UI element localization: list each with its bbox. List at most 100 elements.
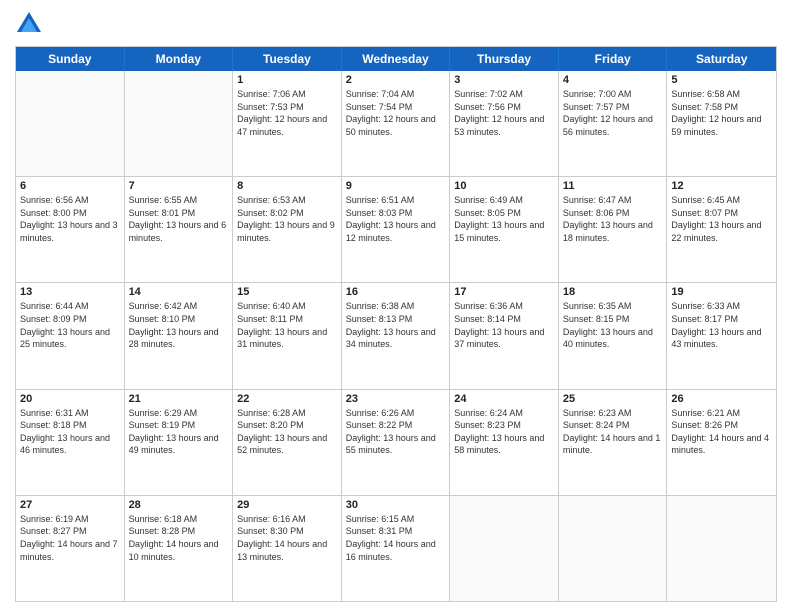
day-number: 2 (346, 74, 446, 86)
calendar-cell (125, 71, 234, 176)
day-number: 26 (671, 393, 772, 405)
day-info: Sunrise: 6:36 AM Sunset: 8:14 PM Dayligh… (454, 300, 554, 350)
calendar-cell: 7 Sunrise: 6:55 AM Sunset: 8:01 PM Daylig… (125, 177, 234, 282)
day-number: 13 (20, 286, 120, 298)
calendar-cell: 18 Sunrise: 6:35 AM Sunset: 8:15 PM Dayli… (559, 283, 668, 388)
calendar-cell: 14 Sunrise: 6:42 AM Sunset: 8:10 PM Dayli… (125, 283, 234, 388)
weekday-header: Wednesday (342, 47, 451, 71)
day-number: 6 (20, 180, 120, 192)
day-number: 15 (237, 286, 337, 298)
day-number: 14 (129, 286, 229, 298)
calendar-body: 1 Sunrise: 7:06 AM Sunset: 7:53 PM Daylig… (16, 71, 776, 601)
calendar-row: 1 Sunrise: 7:06 AM Sunset: 7:53 PM Daylig… (16, 71, 776, 177)
day-info: Sunrise: 6:44 AM Sunset: 8:09 PM Dayligh… (20, 300, 120, 350)
weekday-header: Tuesday (233, 47, 342, 71)
day-info: Sunrise: 6:58 AM Sunset: 7:58 PM Dayligh… (671, 88, 772, 138)
day-number: 23 (346, 393, 446, 405)
calendar-cell: 21 Sunrise: 6:29 AM Sunset: 8:19 PM Dayli… (125, 390, 234, 495)
calendar-cell: 15 Sunrise: 6:40 AM Sunset: 8:11 PM Dayli… (233, 283, 342, 388)
day-number: 5 (671, 74, 772, 86)
day-number: 22 (237, 393, 337, 405)
calendar-cell: 19 Sunrise: 6:33 AM Sunset: 8:17 PM Dayli… (667, 283, 776, 388)
day-number: 9 (346, 180, 446, 192)
calendar-cell: 10 Sunrise: 6:49 AM Sunset: 8:05 PM Dayli… (450, 177, 559, 282)
day-number: 4 (563, 74, 663, 86)
calendar-cell: 30Sunrise: 6:15 AM Sunset: 8:31 PM Dayli… (342, 496, 451, 601)
calendar-cell: 23 Sunrise: 6:26 AM Sunset: 8:22 PM Dayli… (342, 390, 451, 495)
day-number: 30 (346, 499, 446, 511)
logo-icon (15, 10, 43, 38)
day-info: Sunrise: 6:51 AM Sunset: 8:03 PM Dayligh… (346, 194, 446, 244)
calendar-cell: 24 Sunrise: 6:24 AM Sunset: 8:23 PM Dayli… (450, 390, 559, 495)
calendar-cell: 5 Sunrise: 6:58 AM Sunset: 7:58 PM Daylig… (667, 71, 776, 176)
day-number: 21 (129, 393, 229, 405)
day-info: Sunrise: 6:49 AM Sunset: 8:05 PM Dayligh… (454, 194, 554, 244)
calendar-row: 13 Sunrise: 6:44 AM Sunset: 8:09 PM Dayli… (16, 283, 776, 389)
calendar-cell: 2 Sunrise: 7:04 AM Sunset: 7:54 PM Daylig… (342, 71, 451, 176)
calendar-cell: 13 Sunrise: 6:44 AM Sunset: 8:09 PM Dayli… (16, 283, 125, 388)
day-info: Sunrise: 6:21 AM Sunset: 8:26 PM Dayligh… (671, 407, 772, 457)
day-number: 24 (454, 393, 554, 405)
day-number: 19 (671, 286, 772, 298)
calendar-cell (559, 496, 668, 601)
calendar-cell (450, 496, 559, 601)
weekday-header: Sunday (16, 47, 125, 71)
day-info: Sunrise: 6:53 AM Sunset: 8:02 PM Dayligh… (237, 194, 337, 244)
calendar-cell: 17 Sunrise: 6:36 AM Sunset: 8:14 PM Dayli… (450, 283, 559, 388)
calendar-cell: 8 Sunrise: 6:53 AM Sunset: 8:02 PM Daylig… (233, 177, 342, 282)
day-number: 11 (563, 180, 663, 192)
calendar-cell: 26 Sunrise: 6:21 AM Sunset: 8:26 PM Dayli… (667, 390, 776, 495)
day-info: Sunrise: 6:31 AM Sunset: 8:18 PM Dayligh… (20, 407, 120, 457)
day-info: Sunrise: 6:23 AM Sunset: 8:24 PM Dayligh… (563, 407, 663, 457)
calendar-cell: 3Sunrise: 7:02 AM Sunset: 7:56 PM Daylig… (450, 71, 559, 176)
calendar-cell: 1 Sunrise: 7:06 AM Sunset: 7:53 PM Daylig… (233, 71, 342, 176)
day-info: Sunrise: 7:02 AM Sunset: 7:56 PM Dayligh… (454, 88, 554, 138)
calendar-row: 6 Sunrise: 6:56 AM Sunset: 8:00 PM Daylig… (16, 177, 776, 283)
day-number: 8 (237, 180, 337, 192)
day-number: 27 (20, 499, 120, 511)
calendar-cell: 28Sunrise: 6:18 AM Sunset: 8:28 PM Dayli… (125, 496, 234, 601)
calendar-header: SundayMondayTuesdayWednesdayThursdayFrid… (16, 47, 776, 71)
day-info: Sunrise: 6:40 AM Sunset: 8:11 PM Dayligh… (237, 300, 337, 350)
day-number: 12 (671, 180, 772, 192)
calendar-cell: 25 Sunrise: 6:23 AM Sunset: 8:24 PM Dayli… (559, 390, 668, 495)
weekday-header: Saturday (667, 47, 776, 71)
calendar-cell (16, 71, 125, 176)
day-info: Sunrise: 6:24 AM Sunset: 8:23 PM Dayligh… (454, 407, 554, 457)
calendar-cell: 11Sunrise: 6:47 AM Sunset: 8:06 PM Dayli… (559, 177, 668, 282)
day-info: Sunrise: 6:29 AM Sunset: 8:19 PM Dayligh… (129, 407, 229, 457)
calendar-cell: 20Sunrise: 6:31 AM Sunset: 8:18 PM Dayli… (16, 390, 125, 495)
day-info: Sunrise: 6:16 AM Sunset: 8:30 PM Dayligh… (237, 513, 337, 563)
header (15, 10, 777, 38)
day-info: Sunrise: 6:42 AM Sunset: 8:10 PM Dayligh… (129, 300, 229, 350)
day-number: 18 (563, 286, 663, 298)
day-info: Sunrise: 6:35 AM Sunset: 8:15 PM Dayligh… (563, 300, 663, 350)
calendar-cell: 27 Sunrise: 6:19 AM Sunset: 8:27 PM Dayli… (16, 496, 125, 601)
day-info: Sunrise: 6:26 AM Sunset: 8:22 PM Dayligh… (346, 407, 446, 457)
calendar-row: 20Sunrise: 6:31 AM Sunset: 8:18 PM Dayli… (16, 390, 776, 496)
day-info: Sunrise: 6:55 AM Sunset: 8:01 PM Dayligh… (129, 194, 229, 244)
page: SundayMondayTuesdayWednesdayThursdayFrid… (0, 0, 792, 612)
day-info: Sunrise: 7:06 AM Sunset: 7:53 PM Dayligh… (237, 88, 337, 138)
day-number: 7 (129, 180, 229, 192)
day-number: 10 (454, 180, 554, 192)
day-info: Sunrise: 6:45 AM Sunset: 8:07 PM Dayligh… (671, 194, 772, 244)
day-info: Sunrise: 6:38 AM Sunset: 8:13 PM Dayligh… (346, 300, 446, 350)
day-info: Sunrise: 7:04 AM Sunset: 7:54 PM Dayligh… (346, 88, 446, 138)
day-number: 16 (346, 286, 446, 298)
calendar-cell: 16 Sunrise: 6:38 AM Sunset: 8:13 PM Dayli… (342, 283, 451, 388)
day-number: 1 (237, 74, 337, 86)
calendar-cell: 12 Sunrise: 6:45 AM Sunset: 8:07 PM Dayli… (667, 177, 776, 282)
day-info: Sunrise: 6:19 AM Sunset: 8:27 PM Dayligh… (20, 513, 120, 563)
weekday-header: Monday (125, 47, 234, 71)
calendar-cell: 22 Sunrise: 6:28 AM Sunset: 8:20 PM Dayli… (233, 390, 342, 495)
day-number: 25 (563, 393, 663, 405)
day-number: 17 (454, 286, 554, 298)
weekday-header: Thursday (450, 47, 559, 71)
calendar: SundayMondayTuesdayWednesdayThursdayFrid… (15, 46, 777, 602)
day-info: Sunrise: 6:33 AM Sunset: 8:17 PM Dayligh… (671, 300, 772, 350)
calendar-cell (667, 496, 776, 601)
day-info: Sunrise: 6:56 AM Sunset: 8:00 PM Dayligh… (20, 194, 120, 244)
day-info: Sunrise: 6:28 AM Sunset: 8:20 PM Dayligh… (237, 407, 337, 457)
day-info: Sunrise: 7:00 AM Sunset: 7:57 PM Dayligh… (563, 88, 663, 138)
